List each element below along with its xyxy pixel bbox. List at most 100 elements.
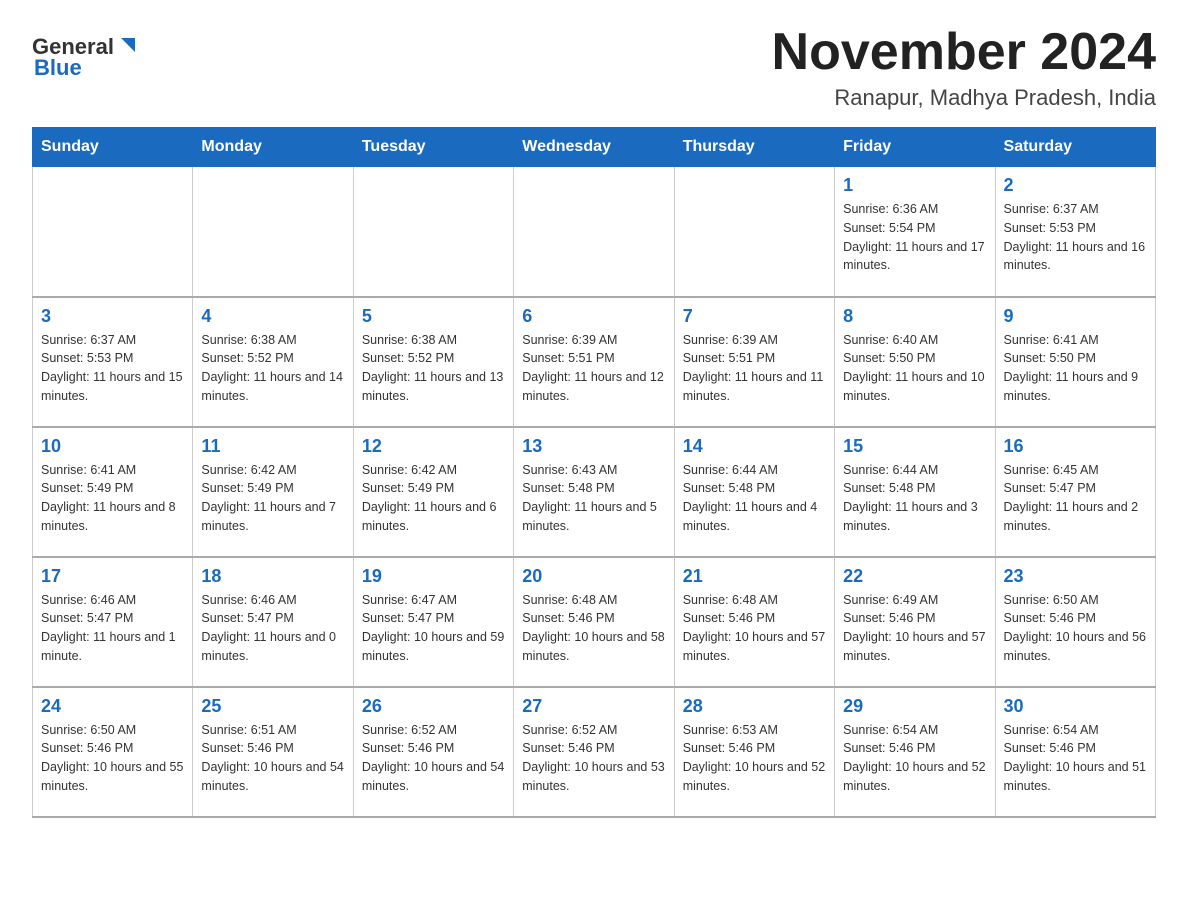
calendar-cell: 22 Sunrise: 6:49 AM Sunset: 5:46 PM Dayli… xyxy=(835,557,995,687)
calendar-cell xyxy=(353,167,513,297)
day-number: 8 xyxy=(843,306,986,327)
day-info: Sunrise: 6:48 AM Sunset: 5:46 PM Dayligh… xyxy=(522,591,665,666)
col-thursday: Thursday xyxy=(674,128,834,167)
calendar-week-row: 1 Sunrise: 6:36 AM Sunset: 5:54 PM Daylig… xyxy=(33,167,1156,297)
day-info: Sunrise: 6:43 AM Sunset: 5:48 PM Dayligh… xyxy=(522,461,665,536)
day-info: Sunrise: 6:54 AM Sunset: 5:46 PM Dayligh… xyxy=(843,721,986,796)
day-info: Sunrise: 6:41 AM Sunset: 5:50 PM Dayligh… xyxy=(1004,331,1147,406)
calendar-cell: 27 Sunrise: 6:52 AM Sunset: 5:46 PM Dayli… xyxy=(514,687,674,817)
title-area: November 2024 Ranapur, Madhya Pradesh, I… xyxy=(772,24,1156,111)
day-info: Sunrise: 6:45 AM Sunset: 5:47 PM Dayligh… xyxy=(1004,461,1147,536)
calendar-cell: 9 Sunrise: 6:41 AM Sunset: 5:50 PM Daylig… xyxy=(995,297,1155,427)
day-number: 6 xyxy=(522,306,665,327)
calendar-cell: 12 Sunrise: 6:42 AM Sunset: 5:49 PM Dayli… xyxy=(353,427,513,557)
day-info: Sunrise: 6:51 AM Sunset: 5:46 PM Dayligh… xyxy=(201,721,344,796)
day-info: Sunrise: 6:52 AM Sunset: 5:46 PM Dayligh… xyxy=(522,721,665,796)
calendar-cell: 21 Sunrise: 6:48 AM Sunset: 5:46 PM Dayli… xyxy=(674,557,834,687)
calendar-cell: 13Sunrise: 6:43 AM Sunset: 5:48 PM Dayli… xyxy=(514,427,674,557)
logo-blue-text: Blue xyxy=(34,55,82,81)
calendar-week-row: 3 Sunrise: 6:37 AM Sunset: 5:53 PM Daylig… xyxy=(33,297,1156,427)
day-info: Sunrise: 6:36 AM Sunset: 5:54 PM Dayligh… xyxy=(843,200,986,275)
day-number: 2 xyxy=(1004,175,1147,196)
col-tuesday: Tuesday xyxy=(353,128,513,167)
calendar-cell xyxy=(514,167,674,297)
day-info: Sunrise: 6:47 AM Sunset: 5:47 PM Dayligh… xyxy=(362,591,505,666)
day-number: 12 xyxy=(362,436,505,457)
logo: General Blue xyxy=(32,32,139,81)
day-number: 14 xyxy=(683,436,826,457)
calendar-cell: 7 Sunrise: 6:39 AM Sunset: 5:51 PM Daylig… xyxy=(674,297,834,427)
day-info: Sunrise: 6:46 AM Sunset: 5:47 PM Dayligh… xyxy=(201,591,344,666)
calendar-cell: 24Sunrise: 6:50 AM Sunset: 5:46 PM Dayli… xyxy=(33,687,193,817)
col-sunday: Sunday xyxy=(33,128,193,167)
col-saturday: Saturday xyxy=(995,128,1155,167)
logo-triangle-icon xyxy=(117,34,139,56)
day-info: Sunrise: 6:37 AM Sunset: 5:53 PM Dayligh… xyxy=(41,331,184,406)
day-number: 10 xyxy=(41,436,184,457)
calendar-cell xyxy=(193,167,353,297)
day-number: 4 xyxy=(201,306,344,327)
calendar-cell: 25Sunrise: 6:51 AM Sunset: 5:46 PM Dayli… xyxy=(193,687,353,817)
day-info: Sunrise: 6:40 AM Sunset: 5:50 PM Dayligh… xyxy=(843,331,986,406)
day-number: 22 xyxy=(843,566,986,587)
page-header: General Blue November 2024 Ranapur, Madh… xyxy=(32,24,1156,111)
col-wednesday: Wednesday xyxy=(514,128,674,167)
calendar-cell: 4 Sunrise: 6:38 AM Sunset: 5:52 PM Daylig… xyxy=(193,297,353,427)
day-info: Sunrise: 6:53 AM Sunset: 5:46 PM Dayligh… xyxy=(683,721,826,796)
day-number: 1 xyxy=(843,175,986,196)
day-info: Sunrise: 6:42 AM Sunset: 5:49 PM Dayligh… xyxy=(362,461,505,536)
calendar-cell: 23Sunrise: 6:50 AM Sunset: 5:46 PM Dayli… xyxy=(995,557,1155,687)
calendar-cell: 1 Sunrise: 6:36 AM Sunset: 5:54 PM Daylig… xyxy=(835,167,995,297)
day-info: Sunrise: 6:44 AM Sunset: 5:48 PM Dayligh… xyxy=(843,461,986,536)
day-info: Sunrise: 6:52 AM Sunset: 5:46 PM Dayligh… xyxy=(362,721,505,796)
day-number: 20 xyxy=(522,566,665,587)
col-monday: Monday xyxy=(193,128,353,167)
calendar-cell: 26 Sunrise: 6:52 AM Sunset: 5:46 PM Dayli… xyxy=(353,687,513,817)
calendar-cell: 30 Sunrise: 6:54 AM Sunset: 5:46 PM Dayli… xyxy=(995,687,1155,817)
header-row: Sunday Monday Tuesday Wednesday Thursday… xyxy=(33,128,1156,167)
calendar-cell: 17Sunrise: 6:46 AM Sunset: 5:47 PM Dayli… xyxy=(33,557,193,687)
calendar-cell: 19 Sunrise: 6:47 AM Sunset: 5:47 PM Dayli… xyxy=(353,557,513,687)
day-number: 15 xyxy=(843,436,986,457)
day-number: 21 xyxy=(683,566,826,587)
day-info: Sunrise: 6:44 AM Sunset: 5:48 PM Dayligh… xyxy=(683,461,826,536)
day-number: 17 xyxy=(41,566,184,587)
calendar-cell: 5Sunrise: 6:38 AM Sunset: 5:52 PM Daylig… xyxy=(353,297,513,427)
day-info: Sunrise: 6:38 AM Sunset: 5:52 PM Dayligh… xyxy=(201,331,344,406)
calendar-cell: 29 Sunrise: 6:54 AM Sunset: 5:46 PM Dayli… xyxy=(835,687,995,817)
day-number: 24 xyxy=(41,696,184,717)
calendar-cell: 16 Sunrise: 6:45 AM Sunset: 5:47 PM Dayli… xyxy=(995,427,1155,557)
day-number: 27 xyxy=(522,696,665,717)
day-info: Sunrise: 6:38 AM Sunset: 5:52 PM Dayligh… xyxy=(362,331,505,406)
day-info: Sunrise: 6:49 AM Sunset: 5:46 PM Dayligh… xyxy=(843,591,986,666)
day-info: Sunrise: 6:54 AM Sunset: 5:46 PM Dayligh… xyxy=(1004,721,1147,796)
calendar-cell: 15 Sunrise: 6:44 AM Sunset: 5:48 PM Dayli… xyxy=(835,427,995,557)
calendar-cell: 28Sunrise: 6:53 AM Sunset: 5:46 PM Dayli… xyxy=(674,687,834,817)
calendar-cell: 3 Sunrise: 6:37 AM Sunset: 5:53 PM Daylig… xyxy=(33,297,193,427)
day-number: 7 xyxy=(683,306,826,327)
day-info: Sunrise: 6:50 AM Sunset: 5:46 PM Dayligh… xyxy=(1004,591,1147,666)
day-info: Sunrise: 6:39 AM Sunset: 5:51 PM Dayligh… xyxy=(683,331,826,406)
col-friday: Friday xyxy=(835,128,995,167)
calendar-week-row: 17 Sunrise: 6:46 AM Sunset: 5:47 PM Dayli… xyxy=(33,557,1156,687)
month-title: November 2024 xyxy=(772,24,1156,81)
day-number: 19 xyxy=(362,566,505,587)
calendar-cell xyxy=(33,167,193,297)
day-info: Sunrise: 6:39 AM Sunset: 5:51 PM Dayligh… xyxy=(522,331,665,406)
day-number: 29 xyxy=(843,696,986,717)
calendar-cell: 20 Sunrise: 6:48 AM Sunset: 5:46 PM Dayli… xyxy=(514,557,674,687)
calendar-cell: 10 Sunrise: 6:41 AM Sunset: 5:49 PM Dayli… xyxy=(33,427,193,557)
day-info: Sunrise: 6:42 AM Sunset: 5:49 PM Dayligh… xyxy=(201,461,344,536)
calendar-cell: 2Sunrise: 6:37 AM Sunset: 5:53 PM Daylig… xyxy=(995,167,1155,297)
day-number: 11 xyxy=(201,436,344,457)
day-info: Sunrise: 6:48 AM Sunset: 5:46 PM Dayligh… xyxy=(683,591,826,666)
day-info: Sunrise: 6:41 AM Sunset: 5:49 PM Dayligh… xyxy=(41,461,184,536)
day-number: 30 xyxy=(1004,696,1147,717)
day-number: 9 xyxy=(1004,306,1147,327)
day-number: 16 xyxy=(1004,436,1147,457)
day-number: 18 xyxy=(201,566,344,587)
calendar-body: 1 Sunrise: 6:36 AM Sunset: 5:54 PM Daylig… xyxy=(33,167,1156,817)
calendar-cell: 18 Sunrise: 6:46 AM Sunset: 5:47 PM Dayli… xyxy=(193,557,353,687)
day-number: 26 xyxy=(362,696,505,717)
day-number: 3 xyxy=(41,306,184,327)
